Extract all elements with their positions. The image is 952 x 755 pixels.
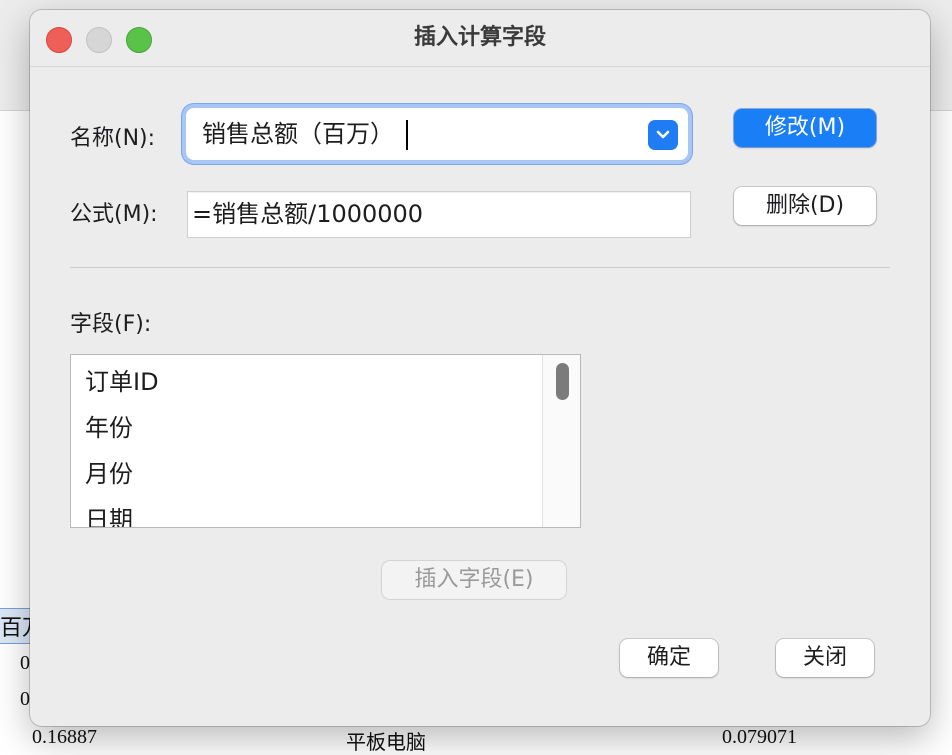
- dialog-titlebar: 插入计算字段: [30, 10, 930, 67]
- name-combobox[interactable]: 销售总额（百万）: [186, 108, 688, 160]
- separator: [70, 267, 890, 268]
- formula-input[interactable]: =销售总额/1000000: [187, 191, 691, 238]
- name-input[interactable]: 销售总额（百万）: [202, 108, 408, 160]
- text-caret: [406, 120, 408, 150]
- list-item[interactable]: 日期: [71, 497, 541, 527]
- ok-button[interactable]: 确定: [620, 639, 718, 677]
- chevron-down-icon[interactable]: [648, 120, 678, 150]
- name-label: 名称(N):: [70, 126, 156, 151]
- scrollbar-track[interactable]: [542, 355, 580, 527]
- delete-button[interactable]: 删除(D): [734, 187, 876, 225]
- background-cell[interactable]: 0: [20, 652, 30, 675]
- close-button[interactable]: 关闭: [776, 639, 874, 677]
- insert-calculated-field-dialog: 插入计算字段 名称(N): 销售总额（百万） 修改(M) 公式(M): =销售总…: [30, 10, 930, 726]
- fields-label: 字段(F):: [70, 312, 152, 337]
- background-cell[interactable]: 平板电脑: [346, 726, 426, 755]
- list-item[interactable]: 月份: [71, 451, 541, 497]
- name-value-text: 销售总额（百万）: [202, 120, 394, 148]
- insert-field-button[interactable]: 插入字段(E): [382, 561, 566, 599]
- background-cell[interactable]: 0: [20, 688, 30, 711]
- list-item[interactable]: 订单ID: [71, 359, 541, 405]
- list-item[interactable]: 年份: [71, 405, 541, 451]
- background-cell[interactable]: 0.079071: [722, 726, 797, 749]
- formula-label: 公式(M):: [70, 202, 158, 227]
- background-cell[interactable]: 0.16887: [32, 726, 97, 749]
- modify-button[interactable]: 修改(M): [734, 109, 876, 147]
- dialog-title: 插入计算字段: [413, 25, 546, 50]
- fields-listbox[interactable]: 订单ID 年份 月份 日期: [70, 354, 581, 528]
- formula-value-text: =销售总额/1000000: [192, 200, 424, 228]
- scrollbar-thumb[interactable]: [556, 363, 569, 400]
- fields-list: 订单ID 年份 月份 日期: [71, 355, 541, 527]
